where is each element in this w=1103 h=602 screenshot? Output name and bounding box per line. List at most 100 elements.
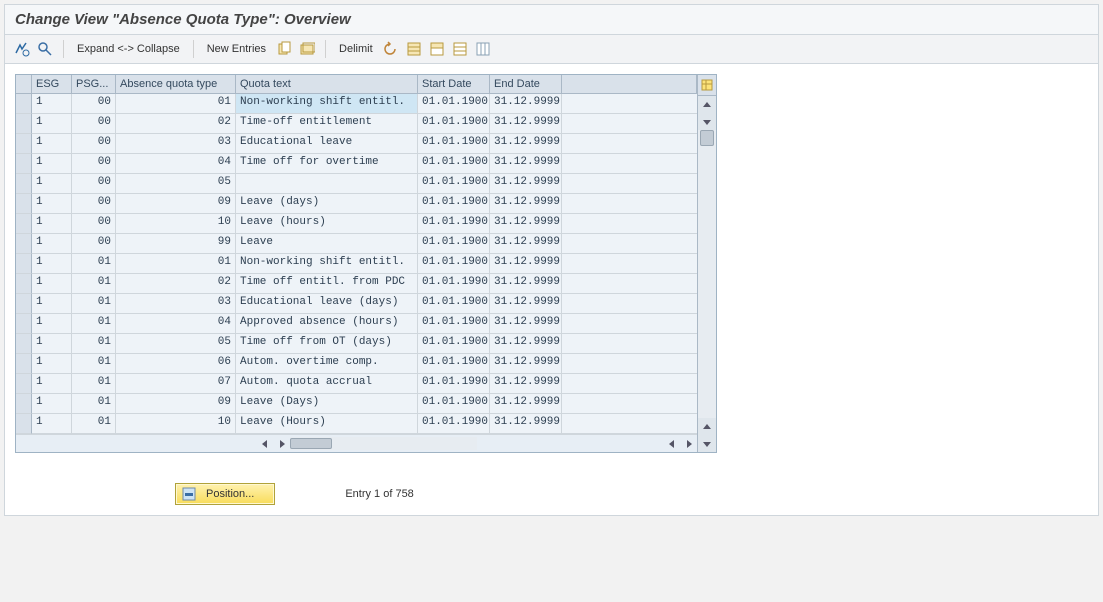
- cell-end-date[interactable]: 31.12.9999: [490, 354, 562, 374]
- delimit-button[interactable]: Delimit: [335, 43, 377, 55]
- table-row[interactable]: 10106Autom. overtime comp.01.01.190031.1…: [16, 354, 697, 374]
- cell-psg[interactable]: 00: [72, 234, 116, 254]
- cell-quota-text[interactable]: Non-working shift entitl.: [236, 254, 418, 274]
- cell-absence-quota-type[interactable]: 07: [116, 374, 236, 394]
- scroll-left-icon[interactable]: [256, 435, 273, 452]
- col-esg[interactable]: ESG: [32, 75, 72, 94]
- h-scroll-track[interactable]: [290, 437, 477, 450]
- cell-psg[interactable]: 01: [72, 274, 116, 294]
- cell-quota-text[interactable]: Leave (hours): [236, 214, 418, 234]
- cell-start-date[interactable]: 01.01.1990: [418, 374, 490, 394]
- cell-end-date[interactable]: 31.12.9999: [490, 174, 562, 194]
- cell-absence-quota-type[interactable]: 10: [116, 414, 236, 434]
- cell-absence-quota-type[interactable]: 04: [116, 154, 236, 174]
- row-selector[interactable]: [16, 134, 32, 154]
- cell-esg[interactable]: 1: [32, 414, 72, 434]
- row-selector[interactable]: [16, 374, 32, 394]
- cell-end-date[interactable]: 31.12.9999: [490, 334, 562, 354]
- cell-quota-text[interactable]: Educational leave (days): [236, 294, 418, 314]
- table-row[interactable]: 10001Non-working shift entitl.01.01.1900…: [16, 94, 697, 114]
- cell-psg[interactable]: 01: [72, 394, 116, 414]
- table-row[interactable]: 10107Autom. quota accrual01.01.199031.12…: [16, 374, 697, 394]
- undo-icon[interactable]: [382, 40, 400, 58]
- cell-end-date[interactable]: 31.12.9999: [490, 274, 562, 294]
- cell-quota-text[interactable]: Time off for overtime: [236, 154, 418, 174]
- table-row[interactable]: 10101Non-working shift entitl.01.01.1900…: [16, 254, 697, 274]
- cell-psg[interactable]: 00: [72, 194, 116, 214]
- cell-psg[interactable]: 00: [72, 94, 116, 114]
- v-scroll-track[interactable]: [698, 130, 716, 418]
- col-psg[interactable]: PSG...: [72, 75, 116, 94]
- cell-quota-text[interactable]: Leave (Hours): [236, 414, 418, 434]
- cell-esg[interactable]: 1: [32, 334, 72, 354]
- cell-psg[interactable]: 01: [72, 314, 116, 334]
- row-selector[interactable]: [16, 414, 32, 434]
- cell-start-date[interactable]: 01.01.1900: [418, 254, 490, 274]
- table-row[interactable]: 10099Leave01.01.190031.12.9999: [16, 234, 697, 254]
- table-row[interactable]: 10002Time-off entitlement01.01.190031.12…: [16, 114, 697, 134]
- row-selector[interactable]: [16, 174, 32, 194]
- col-absence-quota-type[interactable]: Absence quota type: [116, 75, 236, 94]
- cell-start-date[interactable]: 01.01.1900: [418, 174, 490, 194]
- cell-absence-quota-type[interactable]: 03: [116, 294, 236, 314]
- row-selector[interactable]: [16, 194, 32, 214]
- cell-end-date[interactable]: 31.12.9999: [490, 154, 562, 174]
- find-icon[interactable]: [36, 40, 54, 58]
- cell-psg[interactable]: 00: [72, 174, 116, 194]
- cell-end-date[interactable]: 31.12.9999: [490, 234, 562, 254]
- cell-end-date[interactable]: 31.12.9999: [490, 134, 562, 154]
- cell-end-date[interactable]: 31.12.9999: [490, 394, 562, 414]
- row-selector[interactable]: [16, 114, 32, 134]
- cell-absence-quota-type[interactable]: 05: [116, 334, 236, 354]
- scroll-up-icon[interactable]: [698, 96, 716, 113]
- new-entries-button[interactable]: New Entries: [203, 43, 270, 55]
- cell-start-date[interactable]: 01.01.1900: [418, 334, 490, 354]
- v-scroll-thumb[interactable]: [700, 130, 714, 146]
- cell-quota-text[interactable]: Autom. overtime comp.: [236, 354, 418, 374]
- cell-start-date[interactable]: 01.01.1900: [418, 154, 490, 174]
- horizontal-scrollbar[interactable]: [16, 434, 697, 452]
- configuration-icon[interactable]: [474, 40, 492, 58]
- cell-absence-quota-type[interactable]: 02: [116, 274, 236, 294]
- cell-absence-quota-type[interactable]: 99: [116, 234, 236, 254]
- cell-esg[interactable]: 1: [32, 274, 72, 294]
- cell-start-date[interactable]: 01.01.1990: [418, 414, 490, 434]
- scroll-down-icon[interactable]: [698, 113, 716, 130]
- cell-psg[interactable]: 01: [72, 254, 116, 274]
- table-row[interactable]: 10104Approved absence (hours)01.01.19003…: [16, 314, 697, 334]
- cell-esg[interactable]: 1: [32, 394, 72, 414]
- scroll-right-icon[interactable]: [273, 435, 290, 452]
- row-selector[interactable]: [16, 214, 32, 234]
- h-scroll-thumb[interactable]: [290, 438, 332, 449]
- cell-start-date[interactable]: 01.01.1900: [418, 294, 490, 314]
- scroll-left-icon[interactable]: [663, 435, 680, 452]
- cell-quota-text[interactable]: Leave (Days): [236, 394, 418, 414]
- cell-esg[interactable]: 1: [32, 214, 72, 234]
- cell-esg[interactable]: 1: [32, 354, 72, 374]
- cell-end-date[interactable]: 31.12.9999: [490, 114, 562, 134]
- cell-esg[interactable]: 1: [32, 234, 72, 254]
- cell-end-date[interactable]: 31.12.9999: [490, 414, 562, 434]
- cell-absence-quota-type[interactable]: 02: [116, 114, 236, 134]
- scroll-down-icon[interactable]: [698, 435, 716, 452]
- deselect-all-icon[interactable]: [451, 40, 469, 58]
- cell-psg[interactable]: 00: [72, 114, 116, 134]
- cell-esg[interactable]: 1: [32, 94, 72, 114]
- cell-end-date[interactable]: 31.12.9999: [490, 194, 562, 214]
- col-quota-text[interactable]: Quota text: [236, 75, 418, 94]
- cell-absence-quota-type[interactable]: 05: [116, 174, 236, 194]
- vertical-scrollbar[interactable]: [697, 75, 716, 452]
- cell-absence-quota-type[interactable]: 09: [116, 394, 236, 414]
- table-row[interactable]: 10003Educational leave01.01.190031.12.99…: [16, 134, 697, 154]
- cell-quota-text[interactable]: Leave: [236, 234, 418, 254]
- row-selector[interactable]: [16, 94, 32, 114]
- cell-start-date[interactable]: 01.01.1900: [418, 134, 490, 154]
- cell-end-date[interactable]: 31.12.9999: [490, 214, 562, 234]
- cell-psg[interactable]: 01: [72, 334, 116, 354]
- cell-quota-text[interactable]: [236, 174, 418, 194]
- cell-quota-text[interactable]: Autom. quota accrual: [236, 374, 418, 394]
- row-selector[interactable]: [16, 154, 32, 174]
- copy-all-icon[interactable]: [298, 40, 316, 58]
- cell-absence-quota-type[interactable]: 10: [116, 214, 236, 234]
- row-selector[interactable]: [16, 334, 32, 354]
